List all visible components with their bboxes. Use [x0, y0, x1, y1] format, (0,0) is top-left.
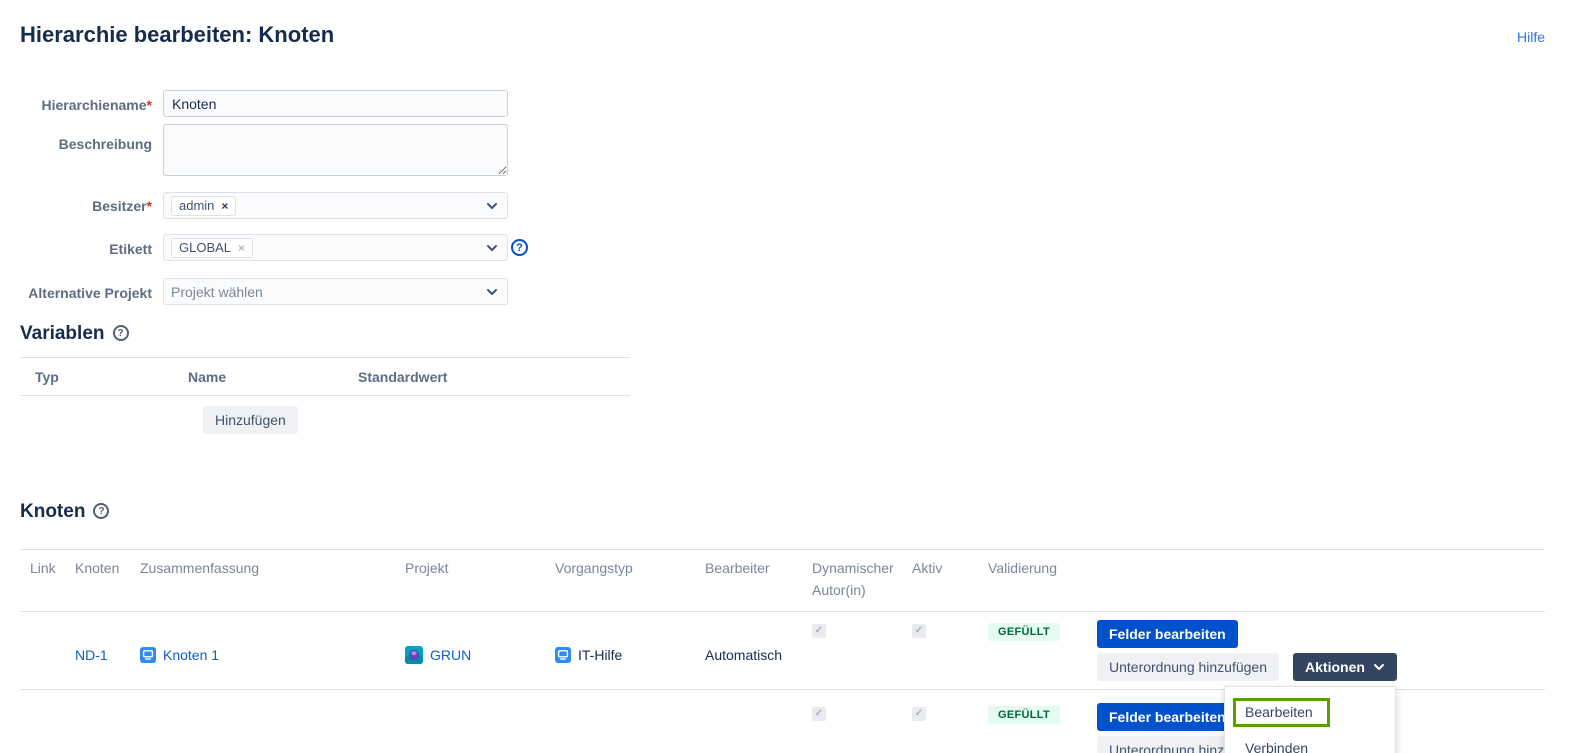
help-icon[interactable]: ?: [113, 325, 129, 341]
variables-table: Typ Name Standardwert Hinzufügen: [20, 357, 630, 434]
hierarchy-name-label: Hierarchiename*: [0, 97, 152, 113]
chevron-down-icon: [486, 286, 498, 298]
close-icon[interactable]: ×: [238, 242, 245, 254]
column-aktiv: Aktiv: [912, 557, 988, 611]
label-tag: GLOBAL ×: [171, 238, 253, 258]
active-checkbox: [912, 624, 926, 638]
node-key-link[interactable]: ND-1: [75, 646, 108, 664]
variables-column-standardwert: Standardwert: [358, 369, 608, 385]
owner-label: Besitzer*: [0, 198, 152, 214]
description-label: Beschreibung: [0, 136, 152, 152]
page-title: Hierarchie bearbeiten: Knoten: [20, 22, 334, 48]
add-variable-button[interactable]: Hinzufügen: [203, 406, 298, 434]
menu-item-verbinden[interactable]: Verbinden: [1225, 734, 1395, 753]
close-icon[interactable]: ×: [221, 200, 228, 212]
label-label: Etikett: [0, 241, 152, 257]
help-icon[interactable]: ?: [511, 239, 528, 256]
validation-badge: GEFÜLLT: [988, 623, 1060, 641]
table-row: ND-1 Knoten 1 GRUN IT-Hilfe Automatisch: [20, 612, 1545, 690]
owner-tag: admin ×: [171, 196, 236, 216]
dynamic-author-checkbox: [812, 707, 826, 721]
assignee-label: Automatisch: [705, 646, 782, 664]
column-projekt: Projekt: [405, 557, 555, 611]
column-bearbeiter: Bearbeiter: [705, 557, 812, 611]
column-validierung: Validierung: [988, 557, 1097, 611]
add-child-button[interactable]: Unterordnung hinzufügen: [1097, 653, 1279, 681]
required-marker: *: [147, 198, 152, 214]
column-vorgangstyp: Vorgangstyp: [555, 557, 705, 611]
project-link[interactable]: GRUN: [430, 646, 471, 664]
validation-badge: GEFÜLLT: [988, 706, 1060, 724]
actions-dropdown-menu: Bearbeiten Verbinden: [1224, 686, 1396, 753]
column-link: Link: [20, 557, 75, 611]
active-checkbox: [912, 707, 926, 721]
owner-select[interactable]: admin ×: [163, 192, 508, 219]
alt-project-placeholder: Projekt wählen: [171, 284, 263, 300]
nodes-table-header: Link Knoten Zusammenfassung Projekt Vorg…: [20, 549, 1545, 612]
description-textarea[interactable]: [163, 124, 508, 176]
variables-section-title: Variablen ?: [20, 323, 129, 345]
click-annotation: Bearbeiten: [1233, 698, 1330, 727]
issue-type-label: IT-Hilfe: [578, 646, 622, 664]
alt-project-select[interactable]: Projekt wählen: [163, 278, 508, 305]
chevron-down-icon: [1373, 661, 1385, 673]
hierarchy-name-input[interactable]: [163, 90, 508, 117]
column-dynamischer-autor: Dynamischer Autor(in): [812, 557, 912, 611]
label-select[interactable]: GLOBAL ×: [163, 234, 508, 261]
chevron-down-icon: [486, 242, 498, 254]
page: Hierarchie bearbeiten: Knoten Hilfe Hier…: [0, 0, 1584, 753]
variables-column-name: Name: [188, 369, 358, 385]
it-help-icon: [140, 647, 156, 663]
actions-dropdown-button[interactable]: Aktionen: [1293, 653, 1397, 681]
required-marker: *: [147, 97, 152, 113]
edit-fields-button[interactable]: Felder bearbeiten: [1097, 703, 1238, 731]
edit-fields-button[interactable]: Felder bearbeiten: [1097, 620, 1238, 648]
chevron-down-icon: [486, 200, 498, 212]
it-help-icon: [555, 647, 571, 663]
column-knoten: Knoten: [75, 557, 140, 611]
variables-column-typ: Typ: [20, 369, 188, 385]
menu-item-bearbeiten[interactable]: Bearbeiten: [1225, 692, 1395, 733]
alt-project-label: Alternative Projekt: [0, 285, 152, 301]
column-zusammenfassung: Zusammenfassung: [140, 557, 405, 611]
dynamic-author-checkbox: [812, 624, 826, 638]
help-link[interactable]: Hilfe: [1517, 29, 1545, 45]
nodes-section-title: Knoten ?: [20, 501, 109, 523]
node-summary-link[interactable]: Knoten 1: [163, 646, 219, 664]
project-avatar: [405, 646, 423, 664]
help-icon[interactable]: ?: [93, 503, 109, 519]
